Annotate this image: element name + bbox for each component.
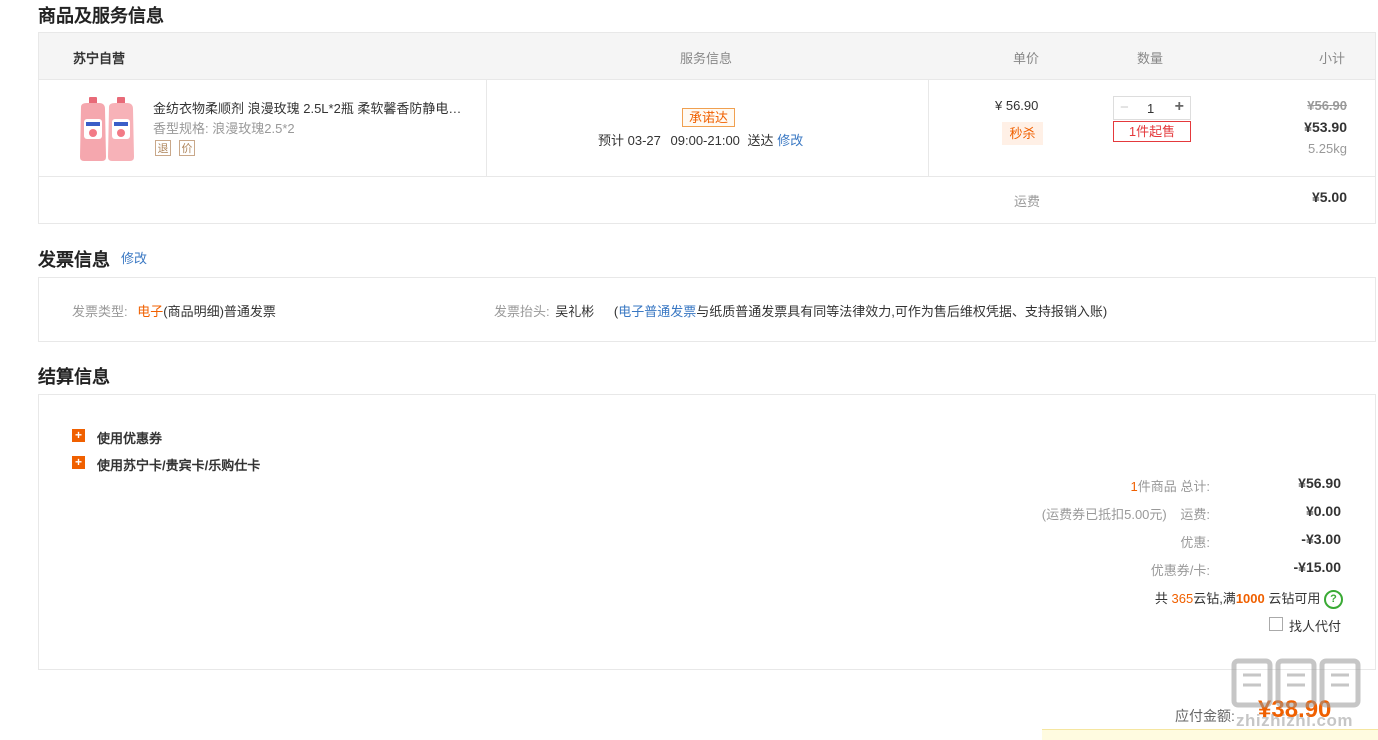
invoice-title: 发票抬头: 吴礼彬 (电子普通发票与纸质普通发票具有同等法律效力,可作为售后维权… [494, 301, 1107, 320]
eta-edit-link[interactable]: 修改 [777, 133, 803, 148]
invoice-type-highlight: 电子 [137, 304, 164, 319]
freight-label-text: 运费: [1180, 507, 1210, 522]
column-divider [928, 79, 929, 176]
column-divider [486, 79, 487, 176]
freight-label: (运费券已抵扣5.00元) 运费: [1042, 504, 1210, 523]
discount-label: 优惠: [1180, 535, 1210, 550]
invoice-type-label: 发票类型: [72, 304, 128, 319]
e-invoice-link[interactable]: 电子普通发票 [618, 304, 696, 319]
cloud-mid: 云钻,满 [1193, 591, 1236, 606]
eta-date: 03-27 [627, 133, 661, 148]
expand-plus-icon[interactable]: + [72, 456, 85, 469]
min-purchase-badge: 1件起售 [1113, 121, 1191, 142]
coupon-card-value: -¥15.00 [1293, 559, 1341, 575]
watermark-site: zhizhizhi.com [1236, 711, 1353, 730]
cloud-diamond-info: 共 365云钻,满1000 云钻可用 ? [1154, 588, 1343, 610]
spec-value: 浪漫玫瑰2.5*2 [212, 121, 295, 136]
header-unit-price: 单价 [1013, 51, 1040, 66]
invoice-edit-link[interactable]: 修改 [121, 248, 147, 267]
use-card-option[interactable]: 使用苏宁卡/贵宾卡/乐购仕卡 [97, 455, 260, 474]
cloud-suffix: 云钻可用 [1268, 591, 1321, 606]
goods-section-title: 商品及服务信息 [38, 6, 164, 26]
use-coupon-option[interactable]: 使用优惠券 [97, 428, 162, 447]
store-name: 苏宁自营 [73, 51, 126, 66]
spec-label: 香型规格: [153, 121, 209, 136]
price-protect-icon[interactable]: 价 [179, 140, 195, 156]
return-service-icon[interactable]: 退 [155, 140, 171, 156]
help-icon[interactable]: ? [1324, 590, 1343, 610]
goods-table: 苏宁自营 服务信息 单价 数量 小计 金纺衣物柔顺剂 浪漫玫瑰 2.5L*2瓶 … [38, 32, 1376, 224]
seckill-badge: 秒杀 [1002, 122, 1043, 145]
invoice-type: 发票类型: 电子(商品明细)普通发票 [72, 301, 276, 320]
freight-value: ¥0.00 [1305, 503, 1341, 519]
product-image[interactable] [75, 95, 141, 163]
items-total-value: ¥56.90 [1298, 475, 1341, 491]
items-count: 1 [1130, 479, 1138, 494]
item-weight: 5.25kg [1307, 141, 1347, 156]
cloud-threshold: 1000 [1235, 591, 1265, 606]
coupon-card-label: 优惠券/卡: [1150, 563, 1210, 578]
header-service: 服务信息 [680, 51, 733, 66]
invoice-panel: 发票类型: 电子(商品明细)普通发票 发票抬头: 吴礼彬 (电子普通发票与纸质普… [38, 277, 1376, 342]
header-quantity: 数量 [1137, 51, 1164, 66]
original-subtotal: ¥56.90 [1307, 98, 1347, 113]
discount-value: -¥3.00 [1301, 531, 1341, 547]
proxy-pay-label[interactable]: 找人代付 [1289, 616, 1341, 635]
items-label: 件商品 总计: [1137, 479, 1210, 494]
unit-price: ¥ 56.90 [995, 98, 1039, 113]
expand-plus-icon[interactable]: + [72, 429, 85, 442]
product-name-link[interactable]: 金纺衣物柔顺剂 浪漫玫瑰 2.5L*2瓶 柔软馨香防静电… [153, 98, 475, 117]
invoice-section-title: 发票信息 [38, 250, 110, 270]
goods-table-header: 苏宁自营 服务信息 单价 数量 小计 [39, 33, 1375, 80]
shipping-value: ¥5.00 [1311, 189, 1347, 205]
product-spec: 香型规格: 浪漫玫瑰2.5*2 [153, 118, 295, 137]
settle-section-title: 结算信息 [38, 367, 110, 387]
invoice-note: 与纸质普通发票具有同等法律效力,可作为售后维权凭据、支持报销入账) [696, 304, 1108, 319]
eta-suffix: 送达 [747, 133, 774, 148]
shipping-label: 运费 [1014, 194, 1041, 209]
invoice-title-value: 吴礼彬 [555, 304, 595, 319]
settlement-panel: + 使用优惠券 + 使用苏宁卡/贵宾卡/乐购仕卡 1件商品 总计: ¥56.90… [38, 394, 1376, 670]
quantity-input[interactable]: 1 [1147, 101, 1154, 116]
promise-badge: 承诺达 [682, 108, 735, 127]
delivery-eta: 预计 03-27 09:00-21:00 送达 修改 [598, 130, 803, 149]
payable-label: 应付金额: [1175, 708, 1235, 724]
header-subtotal: 小计 [1319, 51, 1346, 66]
invoice-type-rest: (商品明细)普通发票 [163, 304, 276, 319]
eta-time: 09:00-21:00 [670, 133, 740, 148]
proxy-pay-checkbox[interactable] [1269, 617, 1283, 631]
invoice-title-label: 发票抬头: [494, 304, 550, 319]
cloud-prefix: 共 [1154, 591, 1168, 606]
quantity-stepper: − 1 + [1113, 96, 1191, 120]
row-divider [39, 176, 1375, 177]
quantity-increase-button[interactable]: + [1175, 98, 1184, 116]
watermark-logo: zhizhizhi.com [1228, 655, 1378, 735]
subtotal: ¥53.90 [1304, 119, 1347, 135]
quantity-decrease-button[interactable]: − [1120, 99, 1129, 116]
freight-note: (运费券已抵扣5.00元) [1041, 507, 1167, 522]
cloud-count: 365 [1171, 591, 1194, 606]
eta-prefix: 预计 [598, 133, 625, 148]
items-total-label: 1件商品 总计: [1131, 476, 1210, 495]
